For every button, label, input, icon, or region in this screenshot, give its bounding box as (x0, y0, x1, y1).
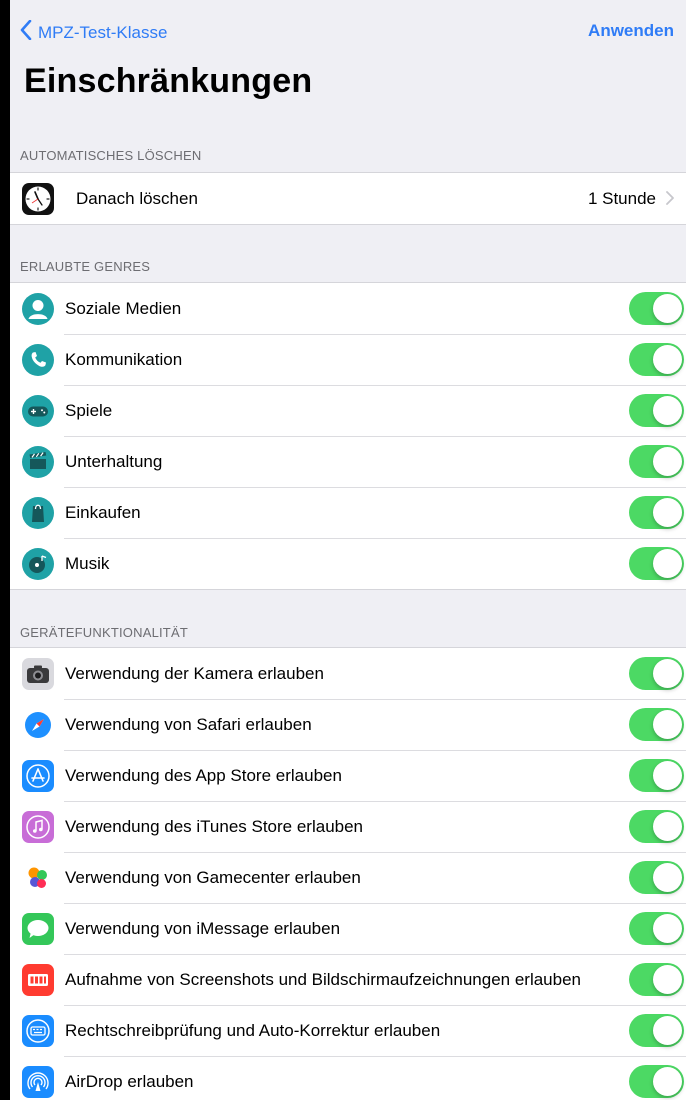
shopping-toggle[interactable] (629, 496, 684, 529)
phone-icon (22, 344, 54, 376)
toggle-knob (653, 1016, 682, 1045)
device-label: Verwendung von Safari erlauben (65, 714, 312, 734)
communication-toggle[interactable] (629, 343, 684, 376)
device-row-airdrop: AirDrop erlauben (10, 1056, 686, 1100)
genre-label: Einkaufen (65, 502, 141, 522)
group-auto-delete: Danach löschen 1 Stunde (10, 172, 686, 225)
device-row-keyboard: Rechtschreibprüfung und Auto-Korrektur e… (10, 1005, 686, 1056)
clapperboard-icon (22, 446, 54, 478)
gamepad-icon (22, 395, 54, 427)
itunes-toggle[interactable] (629, 810, 684, 843)
device-row-screen-recording: Aufnahme von Screenshots und Bildschirma… (10, 954, 686, 1005)
clock-icon (22, 183, 54, 215)
imessage-icon (22, 913, 54, 945)
toggle-knob (653, 549, 682, 578)
toggle-knob (653, 396, 682, 425)
genre-row-entertainment: Unterhaltung (10, 436, 686, 487)
imessage-toggle[interactable] (629, 912, 684, 945)
section-header-device: GERÄTEFUNKTIONALITÄT (20, 625, 188, 640)
device-label: Aufnahme von Screenshots und Bildschirma… (65, 969, 581, 989)
toggle-knob (653, 761, 682, 790)
device-row-app-store: Verwendung des App Store erlauben (10, 750, 686, 801)
toggle-knob (653, 659, 682, 688)
device-row-safari: Verwendung von Safari erlauben (10, 699, 686, 750)
genre-row-games: Spiele (10, 385, 686, 436)
toggle-knob (653, 812, 682, 841)
toggle-knob (653, 863, 682, 892)
safari-toggle[interactable] (629, 708, 684, 741)
back-button[interactable]: MPZ-Test-Klasse (20, 19, 168, 45)
toggle-knob (653, 294, 682, 323)
toggle-knob (653, 965, 682, 994)
entertainment-toggle[interactable] (629, 445, 684, 478)
genre-row-social-media: Soziale Medien (10, 283, 686, 334)
genre-label: Soziale Medien (65, 298, 182, 318)
page-title: Einschränkungen (24, 62, 313, 100)
toggle-knob (653, 498, 682, 527)
games-toggle[interactable] (629, 394, 684, 427)
genre-label: Unterhaltung (65, 451, 163, 471)
toggle-knob (653, 447, 682, 476)
itunes-icon (22, 811, 54, 843)
screen-recording-icon (22, 964, 54, 996)
device-label: AirDrop erlauben (65, 1071, 194, 1091)
music-icon (22, 548, 54, 580)
social-media-icon (22, 293, 54, 325)
keyboard-icon (22, 1015, 54, 1047)
genre-row-music: Musik (10, 538, 686, 589)
navigation-bar: MPZ-Test-Klasse Anwenden (10, 0, 686, 64)
delete-after-value: 1 Stunde (587, 188, 656, 208)
delete-after-label: Danach löschen (76, 188, 198, 208)
group-genres: Soziale Medien Kommunikation Spiele Unte… (10, 282, 686, 590)
device-label: Verwendung der Kamera erlauben (65, 663, 324, 683)
delete-after-row[interactable]: Danach löschen 1 Stunde (10, 173, 686, 224)
device-bezel (0, 0, 10, 1100)
toggle-knob (653, 710, 682, 739)
toggle-knob (653, 914, 682, 943)
keyboard-toggle[interactable] (629, 1014, 684, 1047)
genre-label: Kommunikation (65, 349, 183, 369)
genre-row-shopping: Einkaufen (10, 487, 686, 538)
device-row-imessage: Verwendung von iMessage erlauben (10, 903, 686, 954)
app-store-icon (22, 760, 54, 792)
device-row-camera: Verwendung der Kamera erlauben (10, 648, 686, 699)
chevron-left-icon (20, 19, 38, 45)
game-center-icon (22, 862, 54, 894)
genre-label: Musik (65, 553, 110, 573)
device-row-game-center: Verwendung von Gamecenter erlauben (10, 852, 686, 903)
genre-label: Spiele (65, 400, 113, 420)
airdrop-icon (22, 1066, 54, 1098)
device-label: Verwendung des iTunes Store erlauben (65, 816, 364, 836)
section-header-genres: ERLAUBTE GENRES (20, 259, 151, 274)
chevron-right-icon (666, 191, 674, 205)
device-label: Verwendung von iMessage erlauben (65, 918, 341, 938)
device-label: Verwendung des App Store erlauben (65, 765, 342, 785)
back-button-label: MPZ-Test-Klasse (38, 22, 168, 42)
game-center-toggle[interactable] (629, 861, 684, 894)
group-device: Verwendung der Kamera erlauben Verwendun… (10, 647, 686, 1100)
safari-icon (22, 709, 54, 741)
airdrop-toggle[interactable] (629, 1065, 684, 1098)
camera-toggle[interactable] (629, 657, 684, 690)
shopping-bag-icon (22, 497, 54, 529)
music-toggle[interactable] (629, 547, 684, 580)
genre-row-communication: Kommunikation (10, 334, 686, 385)
camera-icon (22, 658, 54, 690)
toggle-knob (653, 345, 682, 374)
device-label: Rechtschreibprüfung und Auto-Korrektur e… (65, 1020, 441, 1040)
apply-button[interactable]: Anwenden (588, 21, 674, 41)
toggle-knob (653, 1067, 682, 1096)
screen-recording-toggle[interactable] (629, 963, 684, 996)
screen: MPZ-Test-Klasse Anwenden Einschränkungen… (10, 0, 686, 1100)
app-store-toggle[interactable] (629, 759, 684, 792)
section-header-auto-delete: AUTOMATISCHES LÖSCHEN (20, 148, 202, 163)
social-media-toggle[interactable] (629, 292, 684, 325)
device-label: Verwendung von Gamecenter erlauben (65, 867, 361, 887)
device-row-itunes: Verwendung des iTunes Store erlauben (10, 801, 686, 852)
